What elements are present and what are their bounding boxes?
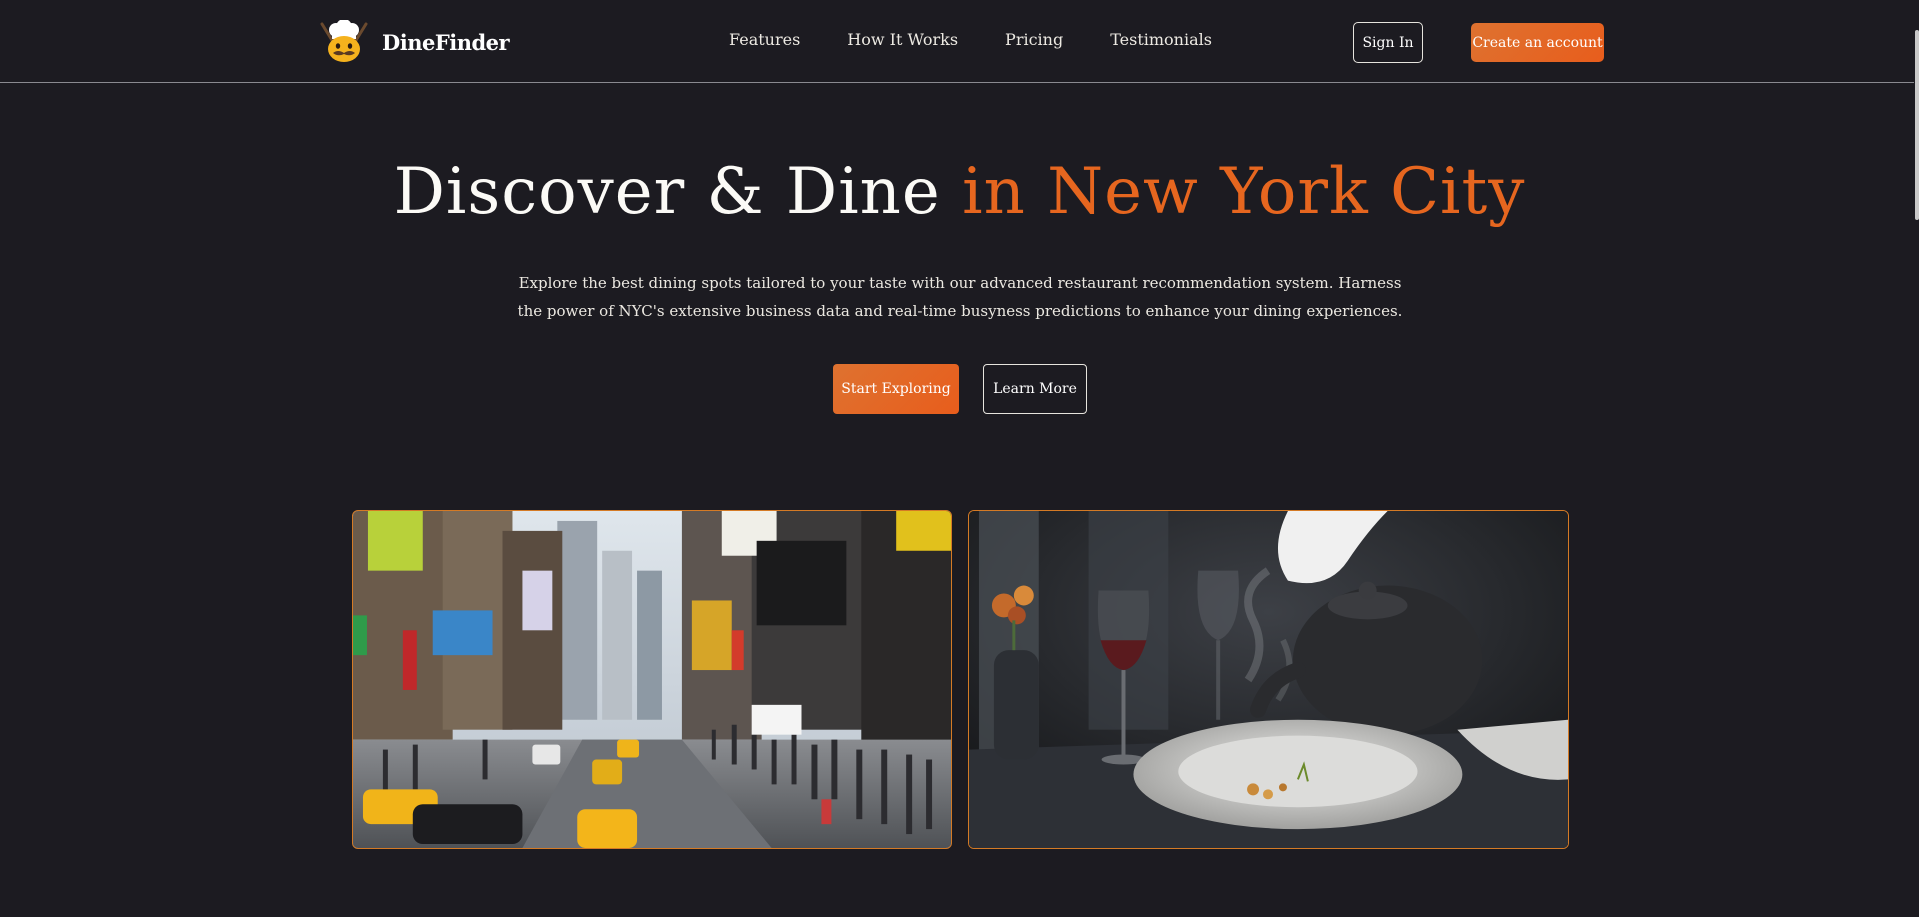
nav-link-how-it-works[interactable]: How It Works bbox=[847, 30, 958, 49]
nyc-street-photo-graphic bbox=[353, 511, 951, 848]
page-scrollbar[interactable] bbox=[1914, 0, 1919, 917]
nyc-street-image bbox=[352, 510, 952, 849]
hero-description: Explore the best dining spots tailored t… bbox=[517, 274, 1403, 320]
brand-logo-link[interactable]: DineFinder bbox=[316, 20, 510, 64]
main-nav: Features How It Works Pricing Testimonia… bbox=[729, 30, 1212, 49]
scrollbar-thumb[interactable] bbox=[1915, 30, 1919, 220]
top-navbar: DineFinder Features How It Works Pricing… bbox=[0, 0, 1919, 83]
hero-title-accent: in New York City bbox=[962, 155, 1526, 229]
brand-name: DineFinder bbox=[382, 29, 510, 55]
learn-more-button[interactable]: Learn More bbox=[983, 364, 1087, 414]
nav-link-pricing[interactable]: Pricing bbox=[1005, 30, 1063, 49]
fine-dining-image bbox=[968, 510, 1569, 849]
sign-in-button[interactable]: Sign In bbox=[1353, 22, 1423, 63]
hero-title: Discover & Dine in New York City bbox=[0, 152, 1919, 232]
chef-mascot-icon bbox=[320, 20, 368, 62]
create-account-button[interactable]: Create an account bbox=[1471, 23, 1604, 62]
hero-title-main: Discover & Dine bbox=[393, 155, 941, 229]
nav-link-features[interactable]: Features bbox=[729, 30, 800, 49]
nav-link-testimonials[interactable]: Testimonials bbox=[1110, 30, 1212, 49]
start-exploring-button[interactable]: Start Exploring bbox=[833, 364, 959, 414]
fine-dining-photo-graphic bbox=[969, 511, 1568, 848]
